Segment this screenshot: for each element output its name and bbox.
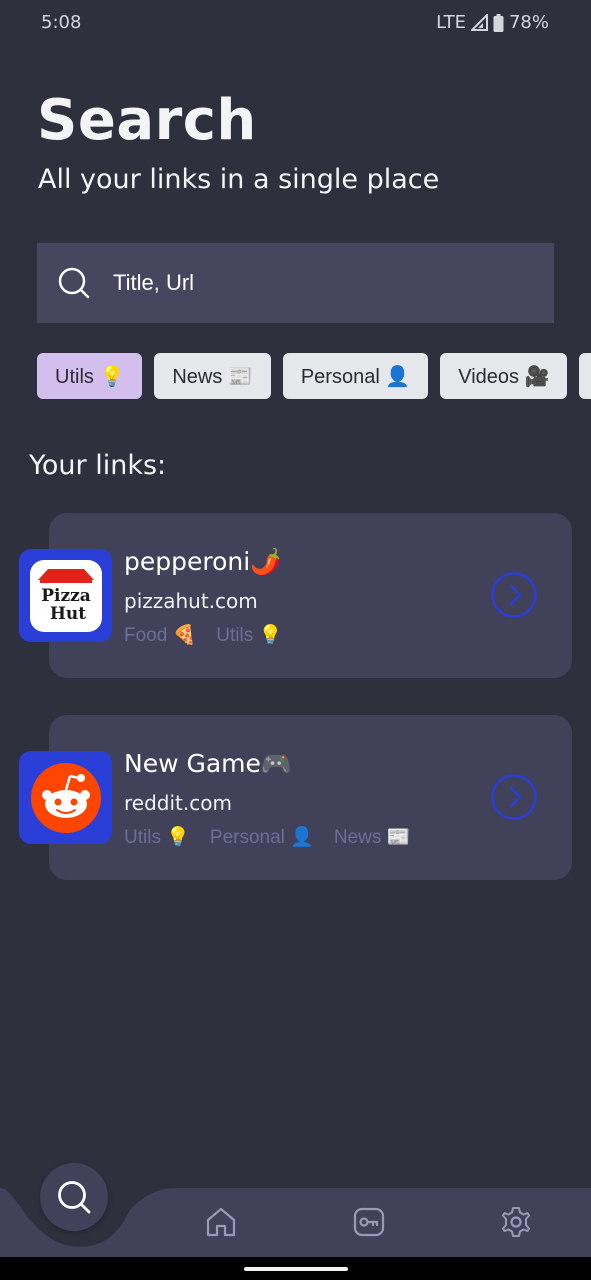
chip-personal[interactable]: Personal 👤 <box>282 353 429 399</box>
key-icon[interactable] <box>352 1205 386 1239</box>
link-url: reddit.com <box>124 791 232 815</box>
link-tags: Utils 💡 Personal 👤 News 📰 <box>124 825 410 849</box>
pizzahut-logo-text-top: Pizza <box>41 586 91 606</box>
network-type: LTE <box>436 12 466 33</box>
search-input[interactable] <box>113 270 513 296</box>
link-tag: Personal 👤 <box>209 827 314 848</box>
link-url: pizzahut.com <box>124 589 258 613</box>
page-title: Search <box>37 88 257 153</box>
filter-chips: Utils 💡 News 📰 Personal 👤 Videos 🎥 <box>37 353 591 399</box>
link-tag: Food 🍕 <box>124 625 197 646</box>
battery-icon <box>493 13 504 32</box>
chip-utils[interactable]: Utils 💡 <box>37 353 143 399</box>
link-card[interactable]: New Game🎮 reddit.com Utils 💡 Personal 👤 … <box>49 715 572 880</box>
link-title: pepperoni🌶️ <box>124 547 282 576</box>
link-card[interactable]: pepperoni🌶️ pizzahut.com Food 🍕 Utils 💡 <box>49 513 572 678</box>
pizzahut-logo: Pizza Hut <box>19 549 112 642</box>
reddit-logo <box>19 751 112 844</box>
signal-icon <box>470 14 488 31</box>
reddit-logo-art <box>30 762 101 833</box>
pizzahut-logo-text-bottom: Hut <box>49 604 85 624</box>
link-tag: Utils 💡 <box>216 625 283 646</box>
battery-level: 78% <box>508 12 549 33</box>
page-subtitle: All your links in a single place <box>38 164 440 195</box>
status-bar: 5:08 LTE 78% <box>0 0 591 46</box>
settings-icon[interactable] <box>499 1205 533 1239</box>
search-icon <box>58 1181 91 1214</box>
pizzahut-logo-art: Pizza Hut <box>29 559 102 632</box>
search-icon <box>58 267 90 299</box>
status-time: 5:08 <box>41 12 82 33</box>
link-tag: News 📰 <box>333 827 411 848</box>
nav-search-button[interactable] <box>40 1163 108 1231</box>
chevron-right-icon[interactable] <box>490 571 538 619</box>
link-tag: Utils 💡 <box>124 827 190 848</box>
status-icons: LTE 78% <box>436 12 549 33</box>
chip-more[interactable] <box>579 353 591 399</box>
chip-news[interactable]: News 📰 <box>154 353 271 399</box>
home-icon[interactable] <box>204 1205 238 1239</box>
link-tags: Food 🍕 Utils 💡 <box>124 623 282 647</box>
links-section-title: Your links: <box>29 450 167 481</box>
chip-videos[interactable]: Videos 🎥 <box>440 353 568 399</box>
home-gesture-handle[interactable] <box>244 1267 348 1271</box>
chevron-right-icon[interactable] <box>490 773 538 821</box>
search-box[interactable] <box>37 243 554 323</box>
link-title: New Game🎮 <box>124 749 293 778</box>
